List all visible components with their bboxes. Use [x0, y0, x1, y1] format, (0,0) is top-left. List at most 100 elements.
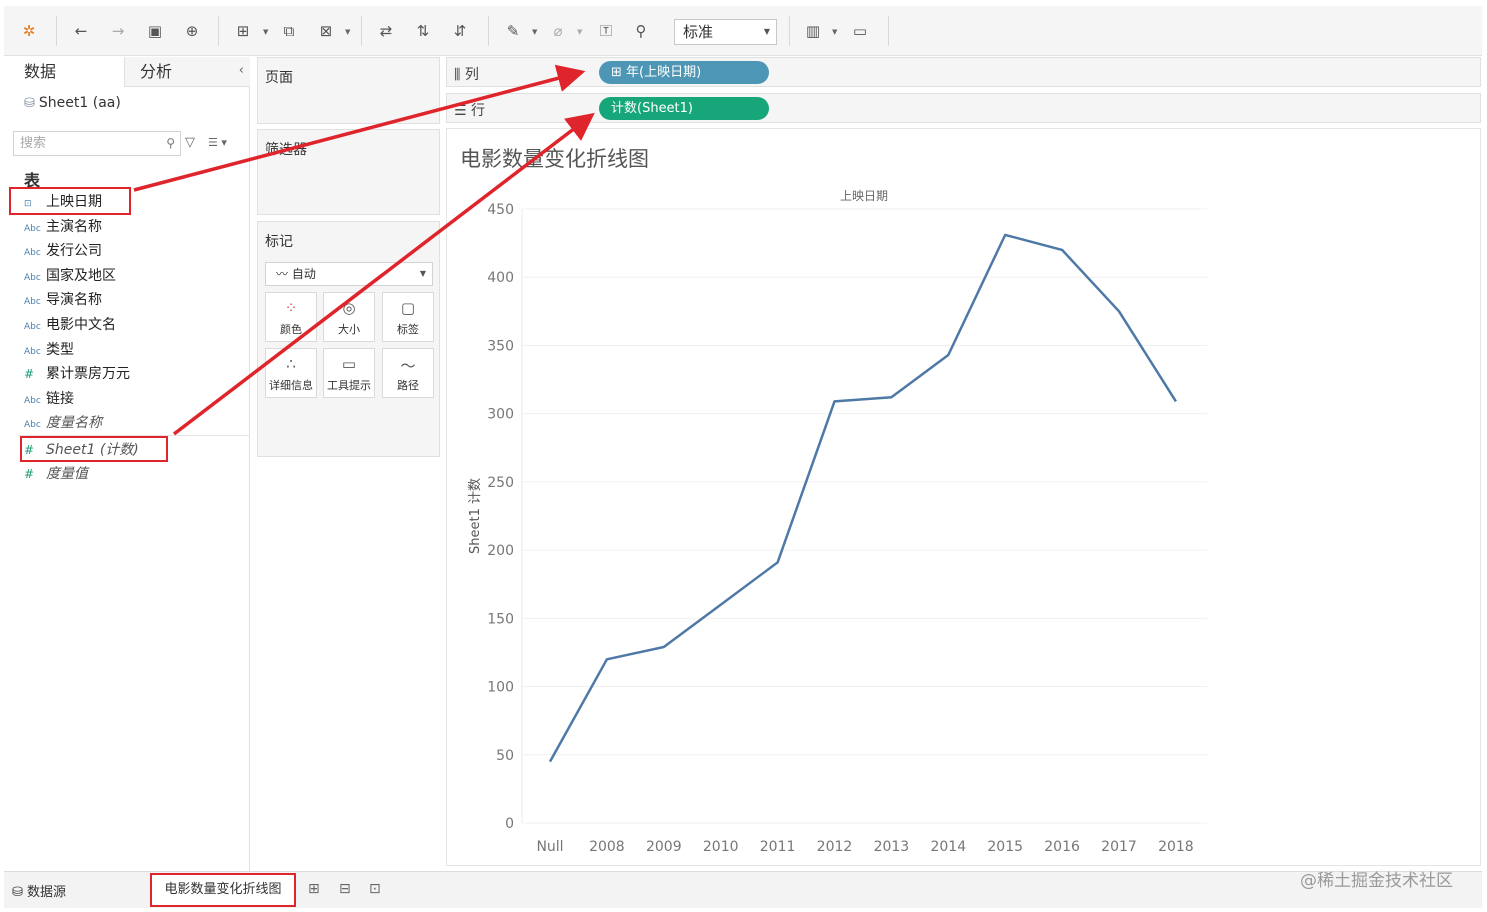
chevron-down-icon[interactable]: ▼ — [263, 28, 268, 36]
field-country[interactable]: Abc 国家及地区 — [24, 264, 116, 288]
save-icon[interactable]: ▣ — [144, 20, 166, 42]
field-director[interactable]: Abc 导演名称 — [24, 288, 102, 312]
presentation-icon[interactable]: ▭ — [849, 20, 871, 42]
new-dashboard-icon[interactable]: ⊟ — [339, 881, 351, 897]
field-movie-name[interactable]: Abc 电影中文名 — [24, 313, 116, 337]
rows-label-text: 行 — [471, 103, 486, 119]
string-icon: Abc — [24, 347, 41, 357]
bottom-tab-bar: ⛁ 数据源 电影数量变化折线图 ⊞ ⊟ ⊡ — [4, 871, 1482, 908]
line-chart: 上映日期 Sheet1 计数 0 50 100 150 200 250 300 350 400 450… — [468, 189, 1207, 855]
tab-analysis[interactable]: 分析 ‹ — [124, 57, 250, 87]
filters-card[interactable]: 筛选器 — [257, 129, 440, 215]
path-button[interactable]: 〜 路径 — [382, 348, 434, 398]
label-icon[interactable]: 🅃 — [595, 20, 617, 42]
annotation-box-release-date — [9, 187, 131, 215]
tooltip-icon: ▭ — [341, 355, 357, 373]
datasource-label: Sheet1 (aa) — [38, 95, 121, 111]
view-options-icon[interactable]: ☰ ▾ — [208, 136, 227, 149]
new-sheet-icon[interactable]: ⊞ — [232, 20, 254, 42]
annotation-box-sheet1-count — [20, 436, 168, 462]
string-icon: Abc — [24, 396, 41, 406]
filter-icon[interactable]: ▽ — [185, 135, 195, 150]
zoom-select[interactable]: 标准 ▼ — [674, 19, 777, 45]
detail-button[interactable]: ∴ 详细信息 — [265, 348, 317, 398]
field-label: 类型 — [46, 342, 74, 358]
new-worksheet-icon[interactable]: ⊞ — [308, 881, 320, 897]
field-actor[interactable]: Abc 主演名称 — [24, 215, 102, 239]
string-icon: Abc — [24, 248, 41, 258]
pill-year-release-date[interactable]: ⊞ 年(上映日期) — [599, 61, 769, 84]
x-tick-label: 2009 — [646, 839, 682, 855]
new-story-icon[interactable]: ⊡ — [369, 881, 381, 897]
y-tick-label: 350 — [487, 338, 514, 354]
columns-shelf[interactable]: ⫼ 列 ⊞ 年(上映日期) — [446, 57, 1481, 87]
zoom-value: 标准 — [683, 23, 714, 41]
field-publisher[interactable]: Abc 发行公司 — [24, 239, 102, 263]
highlight-icon[interactable]: ✎ — [502, 20, 524, 42]
path-icon: 〜 — [400, 357, 416, 375]
size-label: 大小 — [338, 323, 360, 336]
label-button[interactable]: ▢ 标签 — [382, 292, 434, 342]
x-tick-label: Null — [536, 839, 563, 855]
datasource-tab-label: 数据源 — [27, 885, 67, 900]
y-tick-label: 50 — [496, 748, 514, 764]
field-genre[interactable]: Abc 类型 — [24, 338, 74, 362]
string-icon: Abc — [24, 420, 41, 430]
field-label: 国家及地区 — [46, 268, 116, 284]
field-measure-names[interactable]: Abc 度量名称 — [24, 411, 102, 435]
columns-shelf-label: ⫼ 列 — [454, 64, 479, 84]
detail-label: 详细信息 — [269, 379, 313, 392]
color-icon: ⁘ — [284, 299, 298, 317]
undo-icon[interactable]: ← — [70, 20, 92, 42]
y-tick-label: 100 — [487, 680, 514, 696]
collapse-icon[interactable]: ‹ — [239, 57, 244, 85]
field-label: 电影中文名 — [46, 317, 116, 333]
label-label: 标签 — [397, 323, 419, 336]
chevron-down-icon[interactable]: ▼ — [832, 28, 837, 36]
size-button[interactable]: ◎ 大小 — [323, 292, 375, 342]
field-link[interactable]: Abc 链接 — [24, 387, 74, 411]
show-cards-icon[interactable]: ▥ — [802, 20, 824, 42]
marks-card-title: 标记 — [265, 234, 293, 250]
swap-icon[interactable]: ⇄ — [375, 20, 397, 42]
pin-icon[interactable]: ⚲ — [630, 20, 652, 42]
datasource-tab[interactable]: ⛁ 数据源 — [12, 881, 66, 900]
tableau-logo-icon[interactable]: ✲ — [18, 20, 40, 42]
pill-label: 计数(Sheet1) — [611, 101, 693, 116]
datasource-item[interactable]: ⛁ Sheet1 (aa) — [24, 95, 121, 111]
color-button[interactable]: ⁘ 颜色 — [265, 292, 317, 342]
marks-type-select[interactable]: 〰 自动 ▼ — [265, 262, 433, 286]
pill-label: 年(上映日期) — [626, 65, 702, 80]
datasource-icon: ⛁ — [12, 885, 28, 900]
label-icon: ▢ — [400, 299, 416, 317]
new-datasource-icon[interactable]: ⊕ — [181, 20, 203, 42]
y-tick-label: 400 — [487, 270, 514, 286]
field-box-office[interactable]: # 累计票房万元 — [24, 362, 130, 386]
rows-shelf[interactable]: ☰ 行 计数(Sheet1) — [446, 93, 1481, 123]
search-input[interactable]: 搜索 ⚲ — [13, 131, 181, 156]
field-measure-values[interactable]: # 度量值 — [24, 462, 88, 486]
x-tick-label: 2008 — [589, 839, 625, 855]
pages-card[interactable]: 页面 — [257, 57, 440, 124]
pill-count-sheet1[interactable]: 计数(Sheet1) — [599, 97, 769, 120]
sort-descending-icon[interactable]: ⇵ — [449, 20, 471, 42]
tooltip-button[interactable]: ▭ 工具提示 — [323, 348, 375, 398]
x-tick-label: 2014 — [930, 839, 966, 855]
line-mark-icon: 〰 — [276, 267, 289, 281]
group-icon[interactable]: ⌀ — [547, 20, 569, 42]
field-label: 度量值 — [46, 466, 88, 482]
chevron-down-icon[interactable]: ▼ — [577, 28, 582, 36]
chevron-down-icon[interactable]: ▼ — [345, 28, 350, 36]
clear-sheet-icon[interactable]: ⊠ — [315, 20, 337, 42]
view-area[interactable]: 电影数量变化折线图 上映日期 Sheet1 计数 0 50 100 150 200 250 30… — [446, 128, 1481, 866]
x-tick-label: 2016 — [1044, 839, 1080, 855]
chevron-down-icon[interactable]: ▼ — [532, 28, 537, 36]
duplicate-sheet-icon[interactable]: ⧉ — [278, 20, 300, 42]
tab-data[interactable]: 数据 — [4, 57, 124, 87]
field-label: 链接 — [46, 391, 74, 407]
redo-icon[interactable]: → — [107, 20, 129, 42]
sort-ascending-icon[interactable]: ⇅ — [412, 20, 434, 42]
string-icon: Abc — [24, 322, 41, 332]
sheet-tab[interactable]: 电影数量变化折线图 — [150, 873, 296, 907]
x-tick-label: 2017 — [1101, 839, 1137, 855]
